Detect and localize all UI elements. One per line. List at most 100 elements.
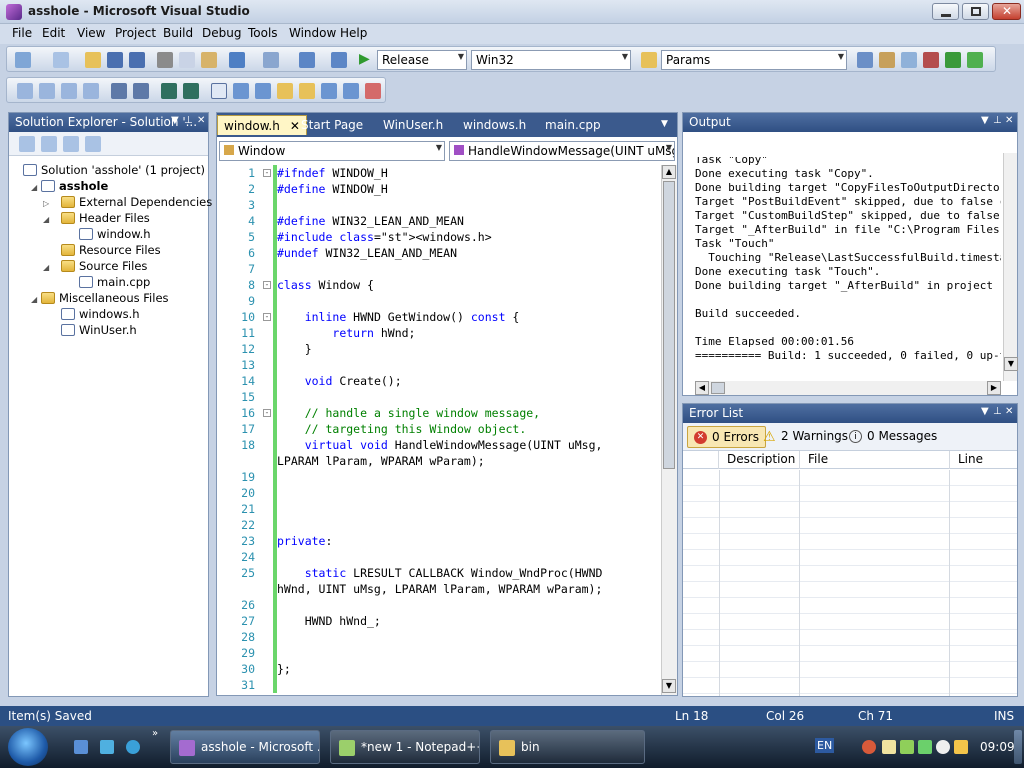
- clock[interactable]: 09:09: [980, 740, 1015, 754]
- solution-configuration-select[interactable]: Release ▼: [377, 50, 467, 70]
- window-position-icon[interactable]: ▼: [981, 115, 989, 126]
- output-vertical-scrollbar[interactable]: ▼: [1003, 153, 1018, 381]
- code-line[interactable]: 19: [219, 469, 659, 485]
- paste-icon[interactable]: [201, 52, 217, 68]
- menu-project[interactable]: Project: [113, 26, 158, 40]
- tree-node-window-h[interactable]: window.h: [79, 226, 151, 242]
- messages-filter-button[interactable]: i 0 Messages: [845, 426, 943, 448]
- save-icon[interactable]: [107, 52, 123, 68]
- visual-studio-icon[interactable]: [6, 4, 22, 20]
- tray-security-icon[interactable]: [900, 740, 914, 754]
- close-button[interactable]: ✕: [992, 3, 1021, 20]
- column-header-blank[interactable]: [683, 451, 719, 469]
- auto-hide-pin-icon[interactable]: ⊥: [993, 115, 1002, 126]
- tree-node-source-files[interactable]: Source Files: [61, 258, 147, 274]
- outline-collapse-icon[interactable]: -: [263, 169, 271, 177]
- code-text-area[interactable]: 1 #ifndef WINDOW_H 2 #define WINDOW_H 3 4 #def…: [219, 165, 659, 695]
- scroll-down-icon[interactable]: ▼: [1004, 357, 1018, 371]
- properties-icon[interactable]: [879, 52, 895, 68]
- code-line[interactable]: 7: [219, 261, 659, 277]
- code-line[interactable]: 14 void Create();: [219, 373, 659, 389]
- undo-icon[interactable]: [229, 52, 245, 68]
- code-line[interactable]: 15: [219, 389, 659, 405]
- toggle-bookmark-icon[interactable]: [211, 83, 227, 99]
- parameter-info-icon[interactable]: [39, 83, 55, 99]
- code-line[interactable]: 8 class Window {: [219, 277, 659, 293]
- next-bookmark-folder-icon[interactable]: [299, 83, 315, 99]
- save-all-icon[interactable]: [129, 52, 145, 68]
- next-bookmark-document-icon[interactable]: [343, 83, 359, 99]
- collapse-arrow-icon[interactable]: ◢: [31, 183, 37, 192]
- properties-icon[interactable]: [19, 136, 35, 152]
- restore-button[interactable]: [962, 3, 989, 20]
- solution-explorer-icon[interactable]: [857, 52, 873, 68]
- language-indicator[interactable]: EN: [815, 738, 835, 753]
- auto-hide-pin-icon[interactable]: ⊥: [993, 406, 1002, 417]
- cut-icon[interactable]: [157, 52, 173, 68]
- scroll-left-icon[interactable]: ◀: [695, 381, 709, 395]
- add-item-icon[interactable]: [53, 52, 69, 68]
- taskbar-item-visual-studio[interactable]: asshole - Microsoft ...: [170, 730, 320, 764]
- toolbox-icon[interactable]: [923, 52, 939, 68]
- window-position-icon[interactable]: ▼: [171, 115, 179, 126]
- quick-launch-overflow-icon[interactable]: »: [152, 728, 158, 739]
- close-icon[interactable]: ✕: [1005, 115, 1013, 126]
- output-horizontal-scrollbar[interactable]: ◀ ▶: [695, 381, 1001, 395]
- tree-node-winuser-h[interactable]: WinUser.h: [61, 322, 137, 338]
- tree-node-windows-h[interactable]: windows.h: [61, 306, 140, 322]
- scroll-thumb[interactable]: [663, 181, 675, 469]
- tab-overflow-icon[interactable]: ▼: [661, 119, 668, 129]
- close-icon[interactable]: ✕: [1005, 406, 1013, 417]
- minimize-button[interactable]: [932, 3, 959, 20]
- increase-indent-icon[interactable]: [133, 83, 149, 99]
- object-browser-icon[interactable]: [901, 52, 917, 68]
- code-line[interactable]: 21: [219, 501, 659, 517]
- warnings-filter-button[interactable]: ⚠ 2 Warnings: [759, 426, 854, 448]
- menu-build[interactable]: Build: [161, 26, 195, 40]
- code-line[interactable]: 30};: [219, 661, 659, 677]
- code-line[interactable]: 12 }: [219, 341, 659, 357]
- outline-collapse-icon[interactable]: -: [263, 313, 271, 321]
- menu-window[interactable]: Window: [287, 26, 338, 40]
- navigate-backward-icon[interactable]: [299, 52, 315, 68]
- tab-winuser-h[interactable]: WinUser.h: [377, 115, 449, 135]
- code-line[interactable]: 4 #define WIN32_LEAN_AND_MEAN: [219, 213, 659, 229]
- code-line[interactable]: 16 // handle a single window message,: [219, 405, 659, 421]
- window-position-icon[interactable]: ▼: [981, 406, 989, 417]
- tab-main-cpp[interactable]: main.cpp: [539, 115, 607, 135]
- tray-network-icon[interactable]: [918, 740, 932, 754]
- code-line[interactable]: 1 #ifndef WINDOW_H: [219, 165, 659, 181]
- menu-edit[interactable]: Edit: [40, 26, 67, 40]
- previous-bookmark-document-icon[interactable]: [321, 83, 337, 99]
- column-header-file[interactable]: File: [799, 451, 828, 469]
- refresh-icon[interactable]: [63, 136, 79, 152]
- tray-notes-icon[interactable]: [882, 740, 896, 754]
- code-line[interactable]: 27 HWND hWnd_;: [219, 613, 659, 629]
- auto-hide-pin-icon[interactable]: ⊥: [184, 115, 193, 126]
- tab-windows-h[interactable]: windows.h: [457, 115, 532, 135]
- find-in-files-icon[interactable]: [641, 52, 657, 68]
- taskbar-item-notepad[interactable]: *new 1 - Notepad++: [330, 730, 480, 764]
- tree-node-header-files[interactable]: Header Files: [61, 210, 150, 226]
- code-line[interactable]: 2 #define WINDOW_H: [219, 181, 659, 197]
- tree-node-external-dependencies[interactable]: External Dependencies: [61, 194, 212, 210]
- code-line[interactable]: 9: [219, 293, 659, 309]
- class-view-icon[interactable]: [85, 136, 101, 152]
- copy-icon[interactable]: [179, 52, 195, 68]
- tab-window-h[interactable]: window.h ✕: [217, 115, 307, 135]
- collapse-arrow-icon[interactable]: ◢: [31, 295, 37, 304]
- display-member-list-icon[interactable]: [17, 83, 33, 99]
- output-text[interactable]: Task "Copy" Done executing task "Copy". Do…: [683, 157, 1001, 381]
- column-header-description[interactable]: Description: [727, 452, 795, 466]
- expand-arrow-icon[interactable]: ▷: [43, 199, 49, 208]
- internet-explorer-icon[interactable]: [126, 740, 140, 754]
- next-bookmark-icon[interactable]: [255, 83, 271, 99]
- menu-help[interactable]: Help: [338, 26, 369, 40]
- start-page-icon[interactable]: [945, 52, 961, 68]
- menu-file[interactable]: File: [10, 26, 34, 40]
- decrease-indent-icon[interactable]: [111, 83, 127, 99]
- code-line[interactable]: 3: [219, 197, 659, 213]
- code-line[interactable]: 20: [219, 485, 659, 501]
- tree-node-solution[interactable]: Solution 'asshole' (1 project): [23, 162, 205, 178]
- code-line[interactable]: 29: [219, 645, 659, 661]
